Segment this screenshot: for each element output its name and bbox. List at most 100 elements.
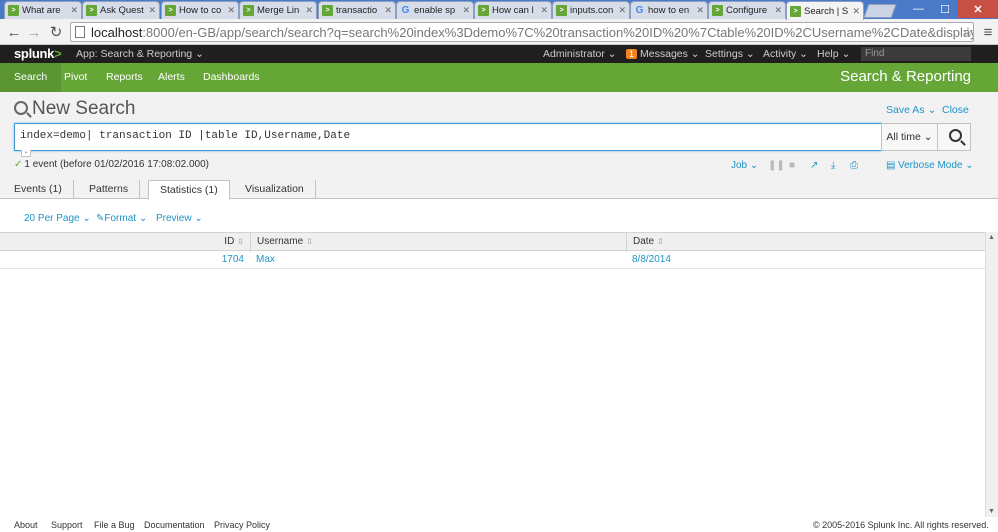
address-bar[interactable]: localhost:8000/en-GB/app/search/search?q…: [70, 22, 974, 42]
close-tab-icon[interactable]: ✕: [696, 5, 704, 16]
browser-tab[interactable]: > Ask Quest ✕: [82, 1, 160, 19]
format-menu[interactable]: ✎Format ⌄: [96, 213, 147, 224]
back-arrow-icon[interactable]: ←: [4, 22, 24, 42]
print-icon[interactable]: ⎙: [850, 160, 858, 171]
nav-dashboards[interactable]: Dashboards: [198, 63, 265, 92]
per-page-menu[interactable]: 20 Per Page ⌄: [24, 213, 91, 224]
tab-visualization[interactable]: Visualization: [234, 180, 316, 199]
search-query-input[interactable]: index=demo| transaction ID |table ID,Use…: [14, 123, 882, 151]
search-mode-menu[interactable]: Verbose Mode ⌄: [898, 160, 974, 171]
messages-menu[interactable]: 1 Messages ⌄: [626, 48, 700, 60]
browser-tab-title: how to en: [648, 5, 690, 16]
footer-file-bug-link[interactable]: File a Bug: [94, 520, 135, 530]
close-tab-icon[interactable]: ✕: [227, 5, 235, 16]
help-menu[interactable]: Help ⌄: [817, 48, 850, 60]
close-tab-icon[interactable]: ✕: [462, 5, 470, 16]
cell-id[interactable]: 1704: [0, 251, 250, 269]
settings-menu[interactable]: Settings ⌄: [705, 48, 755, 60]
browser-tab[interactable]: > Merge Lin ✕: [239, 1, 317, 19]
close-tab-icon[interactable]: ✕: [148, 5, 156, 16]
results-tabs: Events (1) Patterns Statistics (1) Visua…: [0, 180, 998, 200]
vertical-scrollbar[interactable]: ▲ ▼: [985, 232, 998, 517]
user-menu[interactable]: Administrator ⌄: [543, 48, 617, 60]
browser-tab[interactable]: > transactio ✕: [318, 1, 396, 19]
close-tab-icon[interactable]: ✕: [774, 5, 782, 16]
time-range-picker[interactable]: All time ⌄: [881, 123, 938, 151]
save-as-button[interactable]: Save As ⌄: [886, 104, 936, 116]
messages-label: Messages ⌄: [640, 48, 700, 60]
close-tab-icon[interactable]: ✕: [852, 6, 860, 17]
app-menu[interactable]: App: Search & Reporting ⌄: [76, 48, 204, 60]
close-tab-icon[interactable]: ✕: [384, 5, 392, 16]
stop-icon[interactable]: ■: [789, 160, 795, 171]
browser-tab[interactable]: > How can l ✕: [474, 1, 552, 19]
job-menu[interactable]: Job ⌄: [731, 160, 758, 171]
browser-tab[interactable]: > How to co ✕: [161, 1, 239, 19]
share-icon[interactable]: ↗: [810, 160, 818, 171]
maximize-icon[interactable]: ☐: [932, 0, 958, 18]
scroll-down-icon[interactable]: ▼: [988, 508, 995, 515]
browser-tab-active[interactable]: > Search | S ✕: [786, 1, 864, 20]
tab-events[interactable]: Events (1): [3, 180, 74, 199]
tab-patterns[interactable]: Patterns: [78, 180, 141, 199]
browser-tab[interactable]: > inputs.con ✕: [552, 1, 630, 19]
splunk-logo[interactable]: splunk>: [14, 46, 62, 61]
hamburger-menu-icon[interactable]: ≡: [980, 23, 996, 41]
splunk-favicon-icon: >: [478, 5, 489, 16]
splunk-header: splunk> App: Search & Reporting ⌄ Admini…: [0, 45, 998, 63]
magnifier-icon: [949, 129, 962, 142]
minimize-icon[interactable]: —: [905, 0, 932, 18]
browser-tab[interactable]: > Configure ✕: [708, 1, 786, 19]
window-close-icon[interactable]: ✕: [958, 0, 998, 18]
nav-pivot[interactable]: Pivot: [59, 63, 92, 92]
footer-support-link[interactable]: Support: [51, 520, 83, 530]
preview-menu[interactable]: Preview ⌄: [156, 213, 203, 224]
nav-alerts[interactable]: Alerts: [153, 63, 190, 92]
pause-icon[interactable]: ❚❚: [768, 160, 785, 171]
new-tab-button[interactable]: [863, 4, 897, 18]
search-submit-button[interactable]: [937, 123, 971, 151]
splunk-favicon-icon: >: [86, 5, 97, 16]
close-tab-icon[interactable]: ✕: [305, 5, 313, 16]
page-title: New Search: [32, 98, 136, 119]
sort-icon: ⇳: [306, 237, 313, 246]
column-header-date[interactable]: Date ⇳: [626, 233, 985, 252]
export-icon[interactable]: ⤓: [831, 160, 835, 171]
browser-tab-title: enable sp: [414, 5, 456, 16]
column-header-id[interactable]: ID ⇳: [0, 233, 250, 252]
find-input[interactable]: Find: [861, 47, 971, 61]
splunk-favicon-icon: >: [556, 5, 567, 16]
column-header-label: Username: [257, 236, 304, 247]
tab-statistics[interactable]: Statistics (1): [148, 180, 230, 200]
chevron-down-icon[interactable]: ⌄: [21, 149, 31, 157]
activity-menu[interactable]: Activity ⌄: [763, 48, 808, 60]
cell-date[interactable]: 8/8/2014: [626, 251, 985, 269]
footer-documentation-link[interactable]: Documentation: [144, 520, 205, 530]
event-count-status: ✓ 1 event (before 01/02/2016 17:08:02.000…: [14, 159, 209, 170]
column-header-username[interactable]: Username ⇳: [250, 233, 626, 252]
scroll-up-icon[interactable]: ▲: [988, 234, 995, 241]
close-tab-icon[interactable]: ✕: [70, 5, 78, 16]
event-count-text: 1 event (before 01/02/2016 17:08:02.000): [24, 159, 209, 170]
browser-tab-title: What are: [22, 5, 61, 16]
app-bar: Search Pivot Reports Alerts Dashboards S…: [0, 63, 998, 92]
star-icon[interactable]: ☆: [958, 22, 978, 42]
google-favicon-icon: G: [635, 5, 644, 16]
browser-tab[interactable]: > What are ✕: [4, 1, 82, 19]
browser-tab[interactable]: Ghow to en ✕: [630, 1, 708, 19]
nav-reports[interactable]: Reports: [101, 63, 148, 92]
browser-toolbar: ← → ↻ localhost:8000/en-GB/app/search/se…: [0, 19, 998, 45]
close-tab-icon[interactable]: ✕: [540, 5, 548, 16]
footer-about-link[interactable]: About: [14, 520, 38, 530]
sort-icon: ⇳: [657, 237, 664, 246]
forward-arrow-icon[interactable]: →: [24, 22, 44, 42]
format-label: Format ⌄: [104, 213, 148, 224]
close-tab-icon[interactable]: ✕: [618, 5, 626, 16]
close-button[interactable]: Close: [942, 104, 969, 116]
splunk-favicon-icon: >: [712, 5, 723, 16]
browser-tab[interactable]: Genable sp ✕: [396, 1, 474, 19]
nav-search[interactable]: Search: [0, 63, 62, 92]
reload-icon[interactable]: ↻: [46, 22, 66, 42]
cell-username[interactable]: Max: [250, 251, 626, 269]
footer-privacy-link[interactable]: Privacy Policy: [214, 520, 270, 530]
